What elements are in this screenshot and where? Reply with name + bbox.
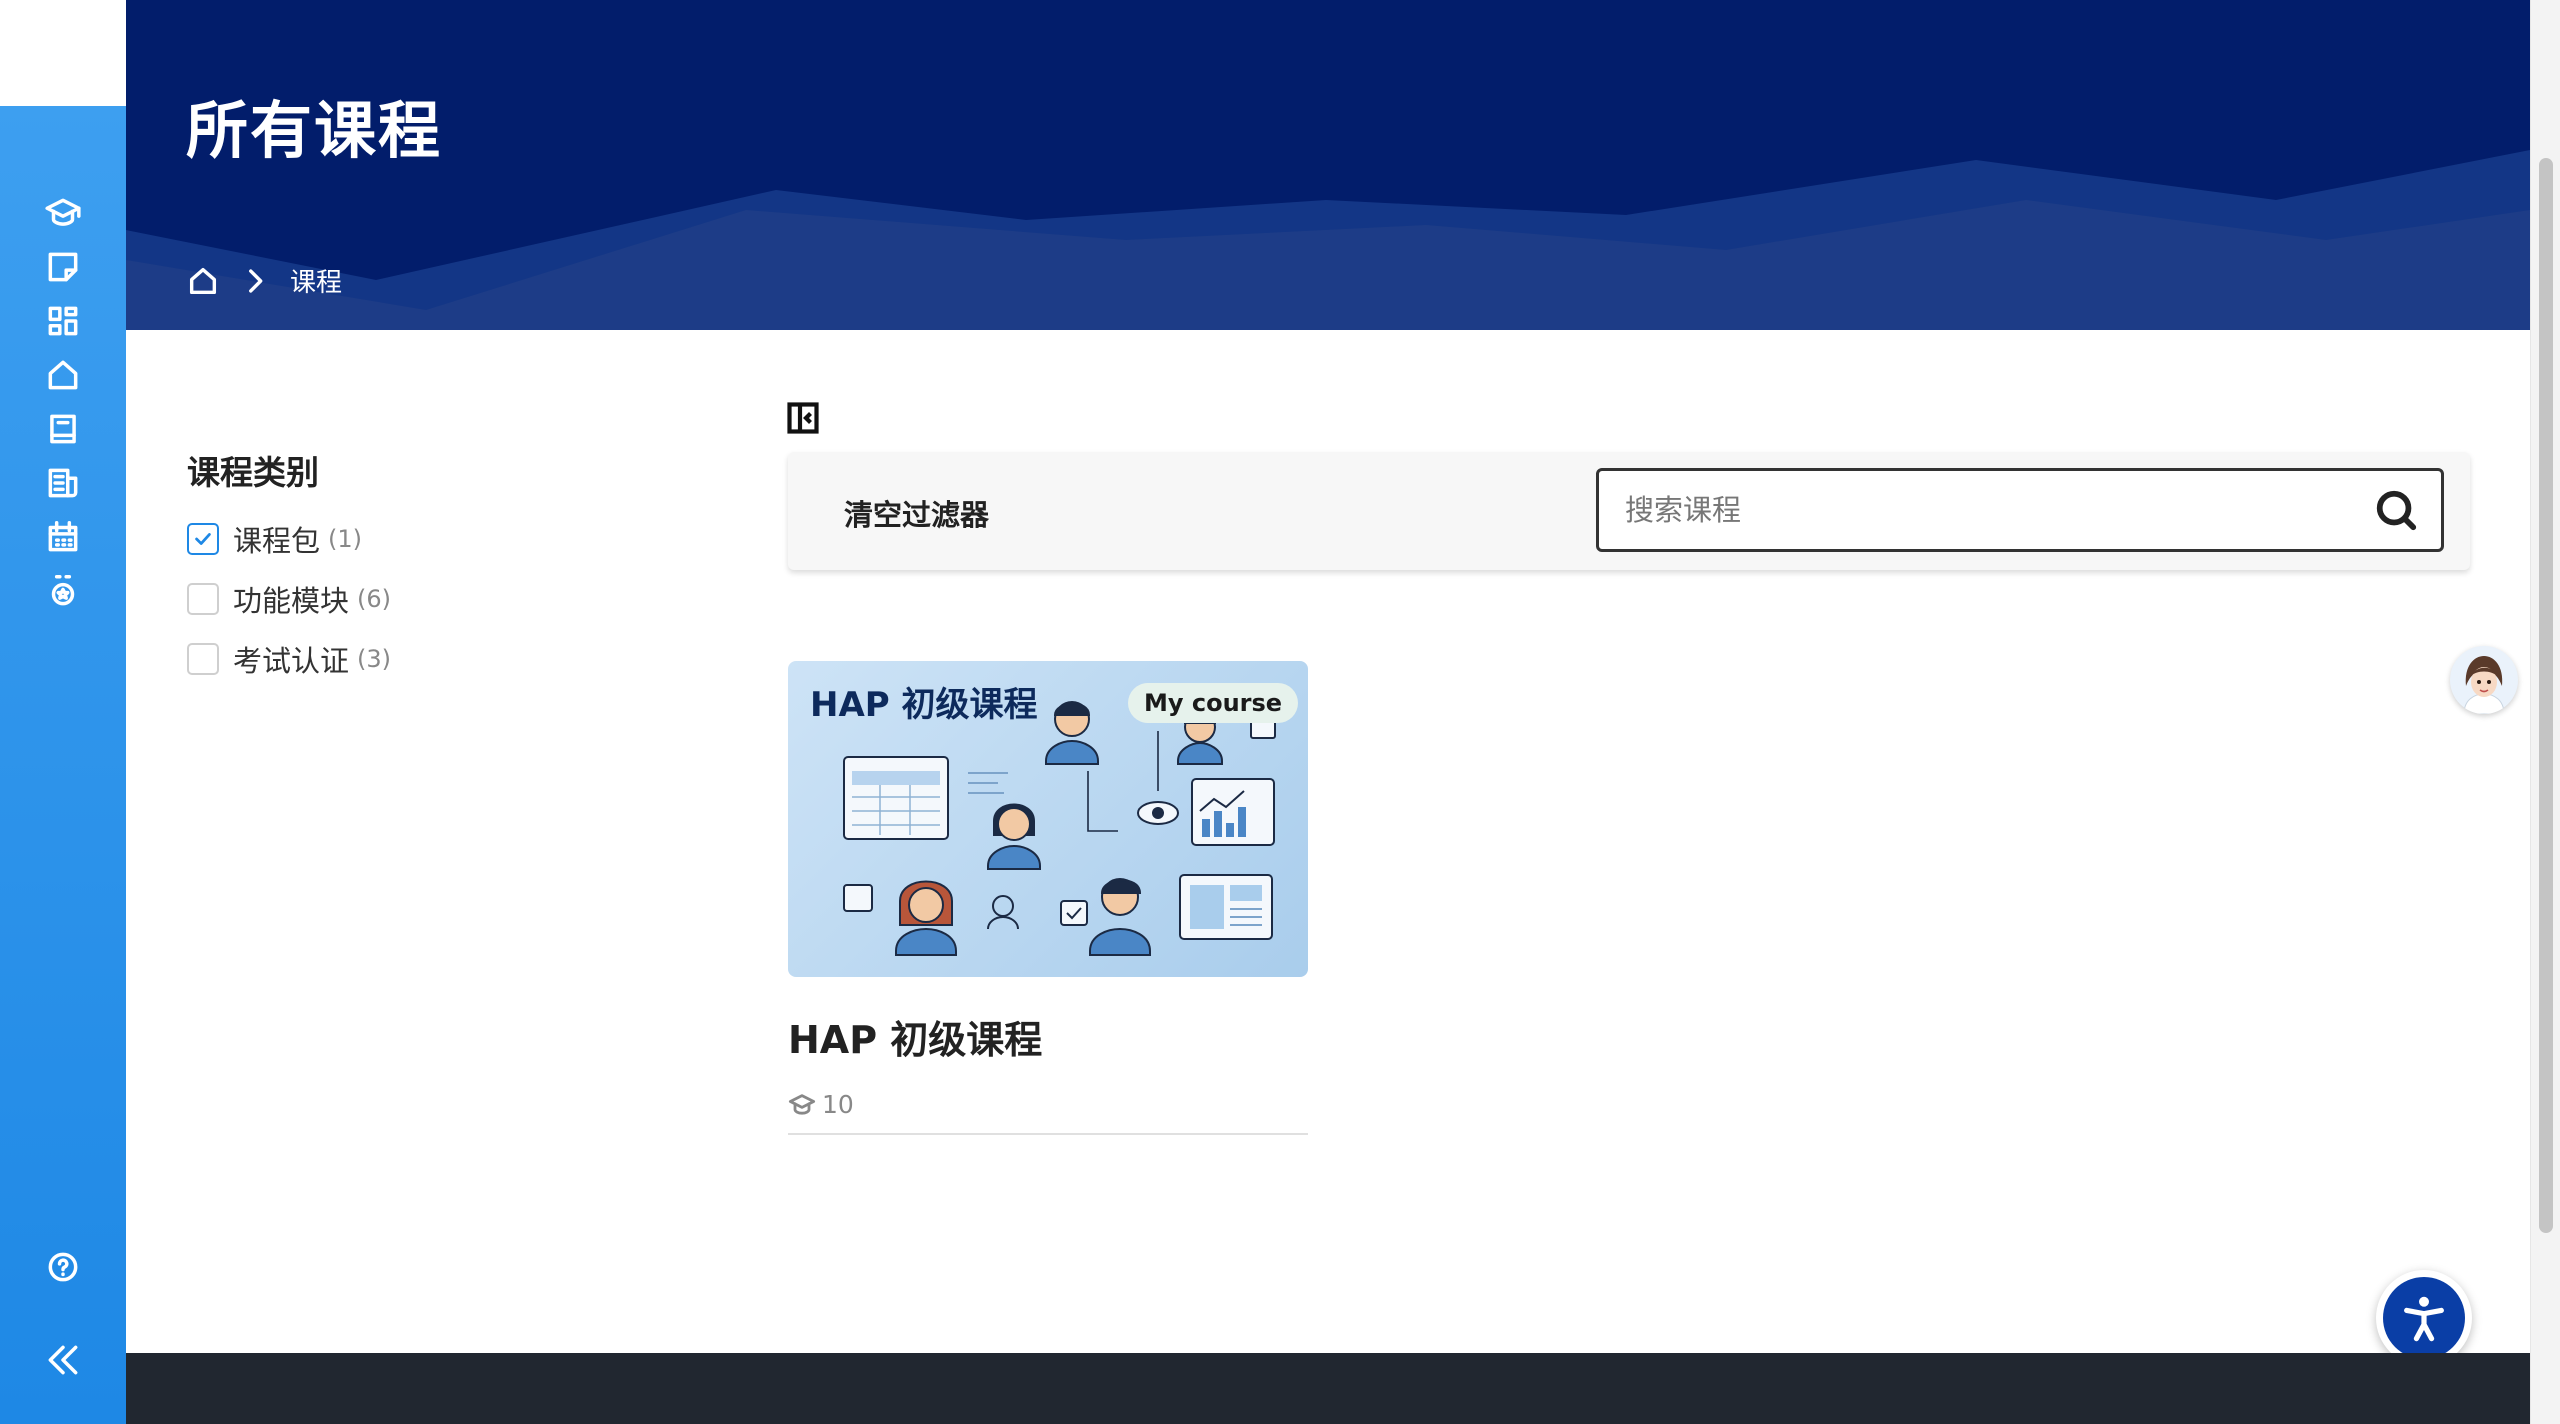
person-figure: [1045, 701, 1099, 765]
book-icon: [50, 414, 76, 444]
filter-title: 课程类别: [187, 453, 319, 492]
home-icon: [48, 360, 78, 390]
filter-option-label: 功能模块: [233, 584, 350, 618]
my-course-badge: My course: [1128, 683, 1299, 723]
checkbox[interactable]: [187, 523, 219, 555]
dashboard-grid-icon: [48, 306, 78, 336]
breadcrumb-current: 课程: [290, 268, 343, 298]
thumbnail-title: HAP 初级课程: [810, 685, 1038, 725]
page-scrollbar[interactable]: [2530, 0, 2560, 1424]
medal-icon: [51, 575, 75, 606]
course-meta: 10: [788, 1090, 1308, 1119]
banner-background-waves: [126, 150, 2530, 330]
search-box: [1596, 468, 2444, 552]
sidebar-item-achievements[interactable]: [0, 555, 126, 627]
graduation-cap-icon: [45, 198, 81, 226]
collapse-sidebar-button[interactable]: [0, 1324, 126, 1396]
clear-filters-button[interactable]: 清空过滤器: [844, 492, 989, 534]
accessibility-button-inner: [2383, 1277, 2465, 1359]
search-button[interactable]: [2373, 487, 2419, 533]
sidebar: [0, 106, 126, 1424]
scrollbar-thumb[interactable]: [2539, 158, 2553, 1233]
filter-toolbar: 清空过滤器: [788, 452, 2470, 570]
filter-option-label: 课程包: [233, 524, 321, 558]
assistant-avatar-icon: [2463, 656, 2505, 714]
course-title[interactable]: HAP 初级课程: [788, 1009, 1308, 1064]
course-card[interactable]: HAP 初级课程 My course HAP 初级课程 10: [788, 661, 1308, 1135]
filter-option-feature-module[interactable]: 功能模块 (6): [187, 578, 391, 620]
sidebar-top-blank: [0, 0, 126, 106]
sidebar-collapse-icon: [787, 402, 819, 434]
note-icon: [48, 252, 78, 282]
filter-option-count: (6): [357, 585, 392, 613]
course-lesson-count: 10: [822, 1090, 854, 1119]
help-button[interactable]: [0, 1231, 126, 1303]
breadcrumb: 课程: [186, 262, 342, 299]
filter-option-course-package[interactable]: 课程包 (1): [187, 518, 362, 560]
graduation-cap-icon: [788, 1093, 816, 1115]
checkbox[interactable]: [187, 583, 219, 615]
assistant-avatar-button[interactable]: [2450, 646, 2518, 714]
card-divider: [788, 1133, 1308, 1135]
page-title: 所有课程: [186, 94, 443, 167]
check-icon: [195, 533, 211, 545]
help-circle-icon: [48, 1252, 78, 1282]
filter-option-count: (3): [357, 645, 392, 673]
filter-option-label: 考试认证: [233, 644, 350, 678]
news-icon: [48, 468, 78, 498]
page-footer: [126, 1353, 2530, 1424]
course-thumbnail[interactable]: HAP 初级课程 My course: [788, 661, 1308, 977]
checkbox[interactable]: [187, 643, 219, 675]
accessibility-button[interactable]: [2376, 1270, 2472, 1366]
calendar-icon: [48, 521, 78, 552]
toggle-filter-panel-button[interactable]: [785, 400, 821, 436]
home-icon[interactable]: [186, 264, 220, 298]
search-icon: [2376, 490, 2417, 531]
filter-option-exam-certification[interactable]: 考试认证 (3): [187, 638, 391, 680]
double-chevron-left-icon: [48, 1345, 78, 1375]
page-header-banner: 所有课程 课程: [126, 0, 2530, 330]
accessibility-icon: [2404, 1296, 2444, 1342]
search-input[interactable]: [1625, 471, 2365, 549]
chevron-right-icon: [249, 268, 263, 293]
filter-option-count: (1): [328, 525, 363, 553]
